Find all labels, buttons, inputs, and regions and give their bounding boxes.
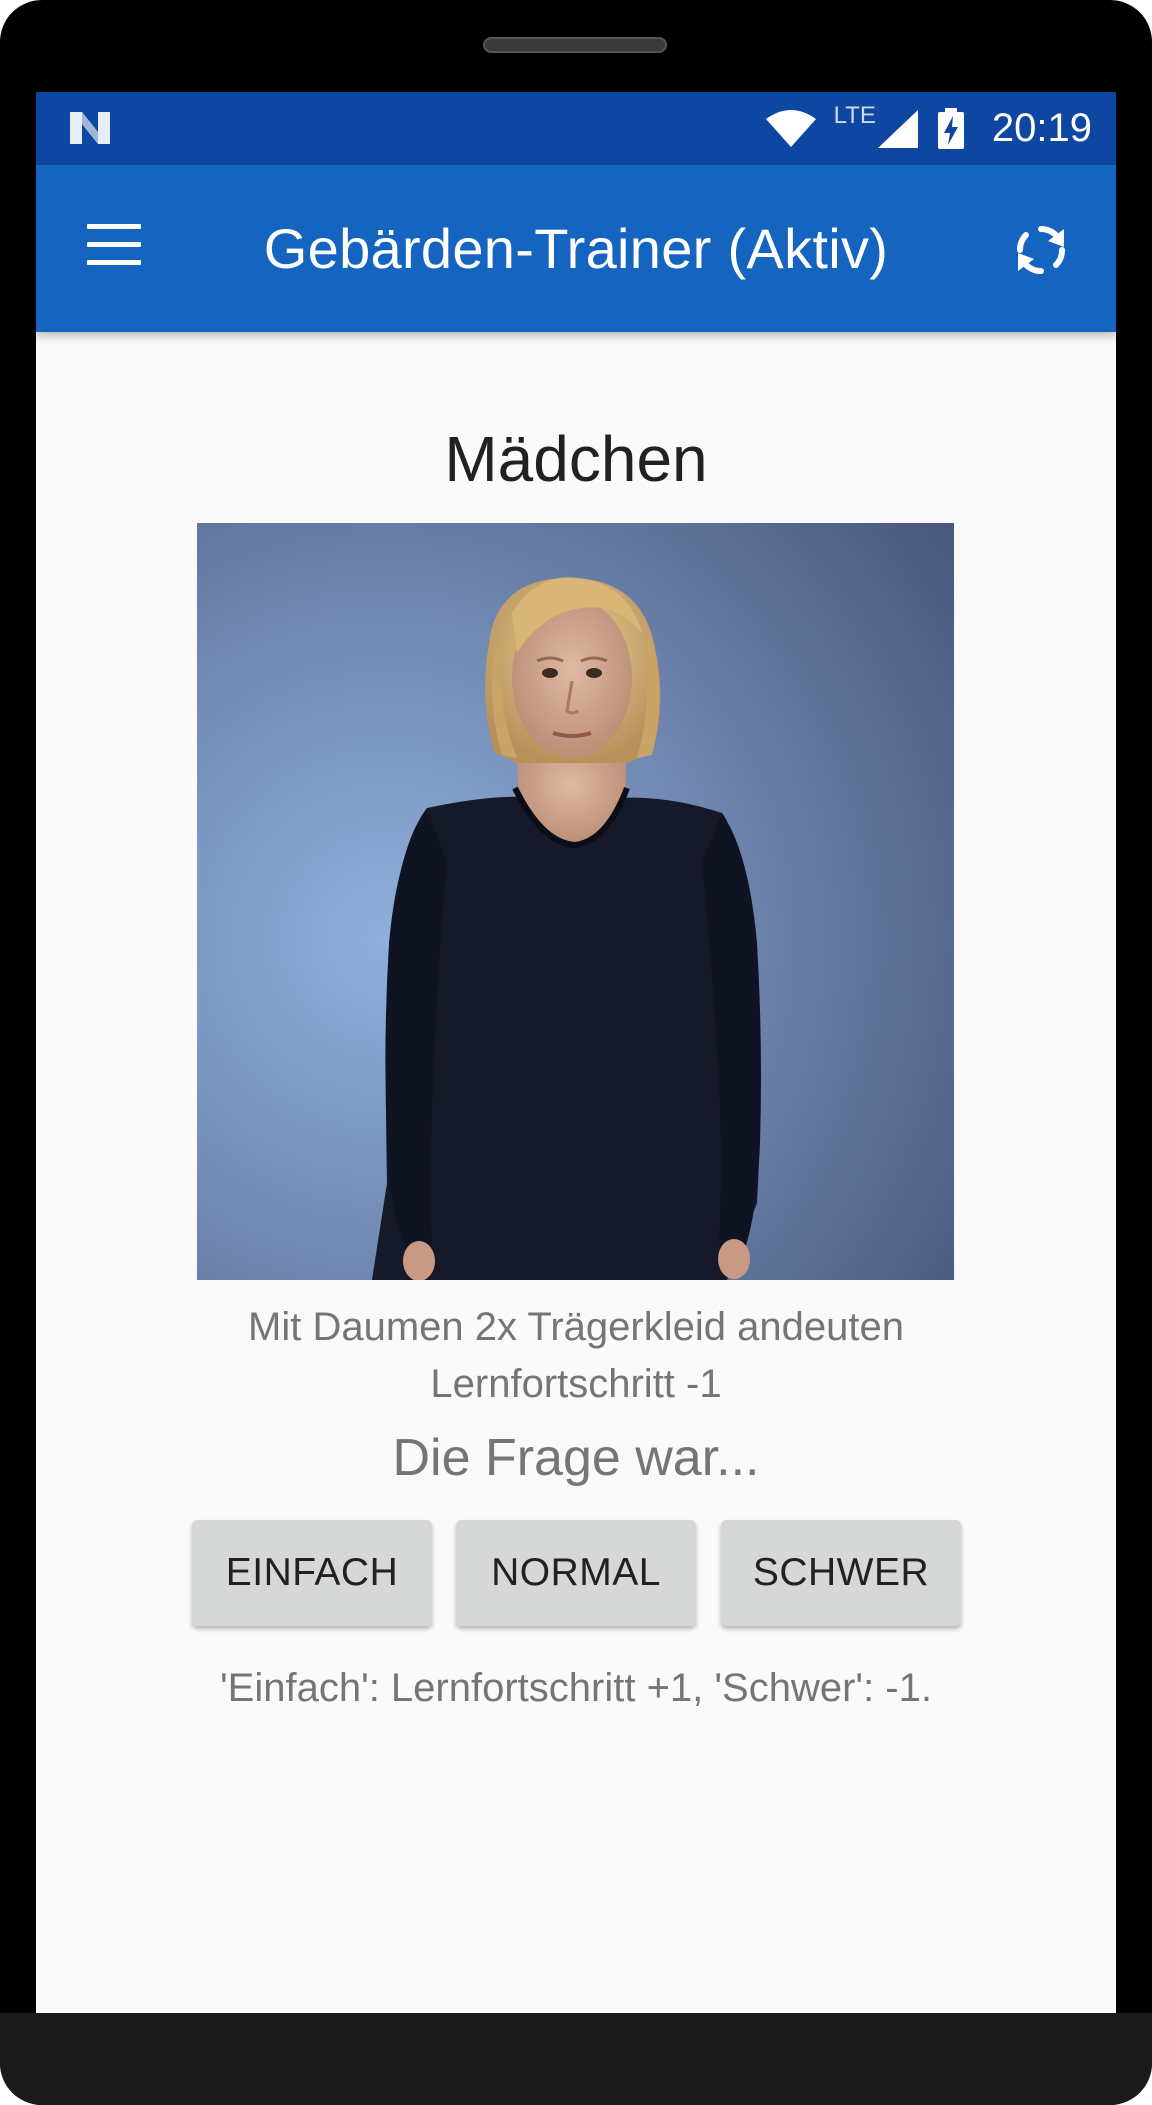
easy-button[interactable]: EINFACH	[192, 1520, 432, 1626]
normal-button[interactable]: NORMAL	[456, 1520, 696, 1626]
status-icons: LTE 20:19	[764, 92, 1092, 165]
hamburger-menu-icon[interactable]	[84, 220, 144, 270]
sign-description: Mit Daumen 2x Trägerkleid andeuten	[248, 1305, 904, 1349]
person-photo	[197, 523, 954, 1280]
battery-charging-icon	[937, 107, 964, 149]
refresh-icon[interactable]	[1012, 221, 1070, 279]
phone-bottom-bezel	[0, 2013, 1152, 2105]
sign-video-image[interactable]	[197, 523, 954, 1280]
scoring-hint: 'Einfach': Lernfortschritt +1, 'Schwer':…	[220, 1666, 932, 1710]
status-time: 20:19	[991, 106, 1092, 150]
notification-n-icon	[70, 112, 110, 144]
hard-button[interactable]: SCHWER	[721, 1520, 961, 1626]
difficulty-question: Die Frage war...	[392, 1429, 760, 1487]
wifi-icon	[765, 109, 816, 147]
app-screen: LTE 20:19 Gebärden-Trainer (Aktiv) Mädch…	[36, 92, 1116, 2013]
status-bar: LTE 20:19	[36, 92, 1116, 165]
app-toolbar: Gebärden-Trainer (Aktiv)	[36, 165, 1116, 332]
phone-frame: LTE 20:19 Gebärden-Trainer (Aktiv) Mädch…	[0, 0, 1152, 2105]
phone-speaker	[483, 37, 667, 53]
learning-progress: Lernfortschritt -1	[430, 1362, 722, 1406]
cell-signal-icon	[877, 109, 918, 148]
network-type-label: LTE	[833, 102, 876, 129]
sign-word-title: Mädchen	[444, 423, 708, 495]
toolbar-title: Gebärden-Trainer (Aktiv)	[263, 217, 889, 280]
